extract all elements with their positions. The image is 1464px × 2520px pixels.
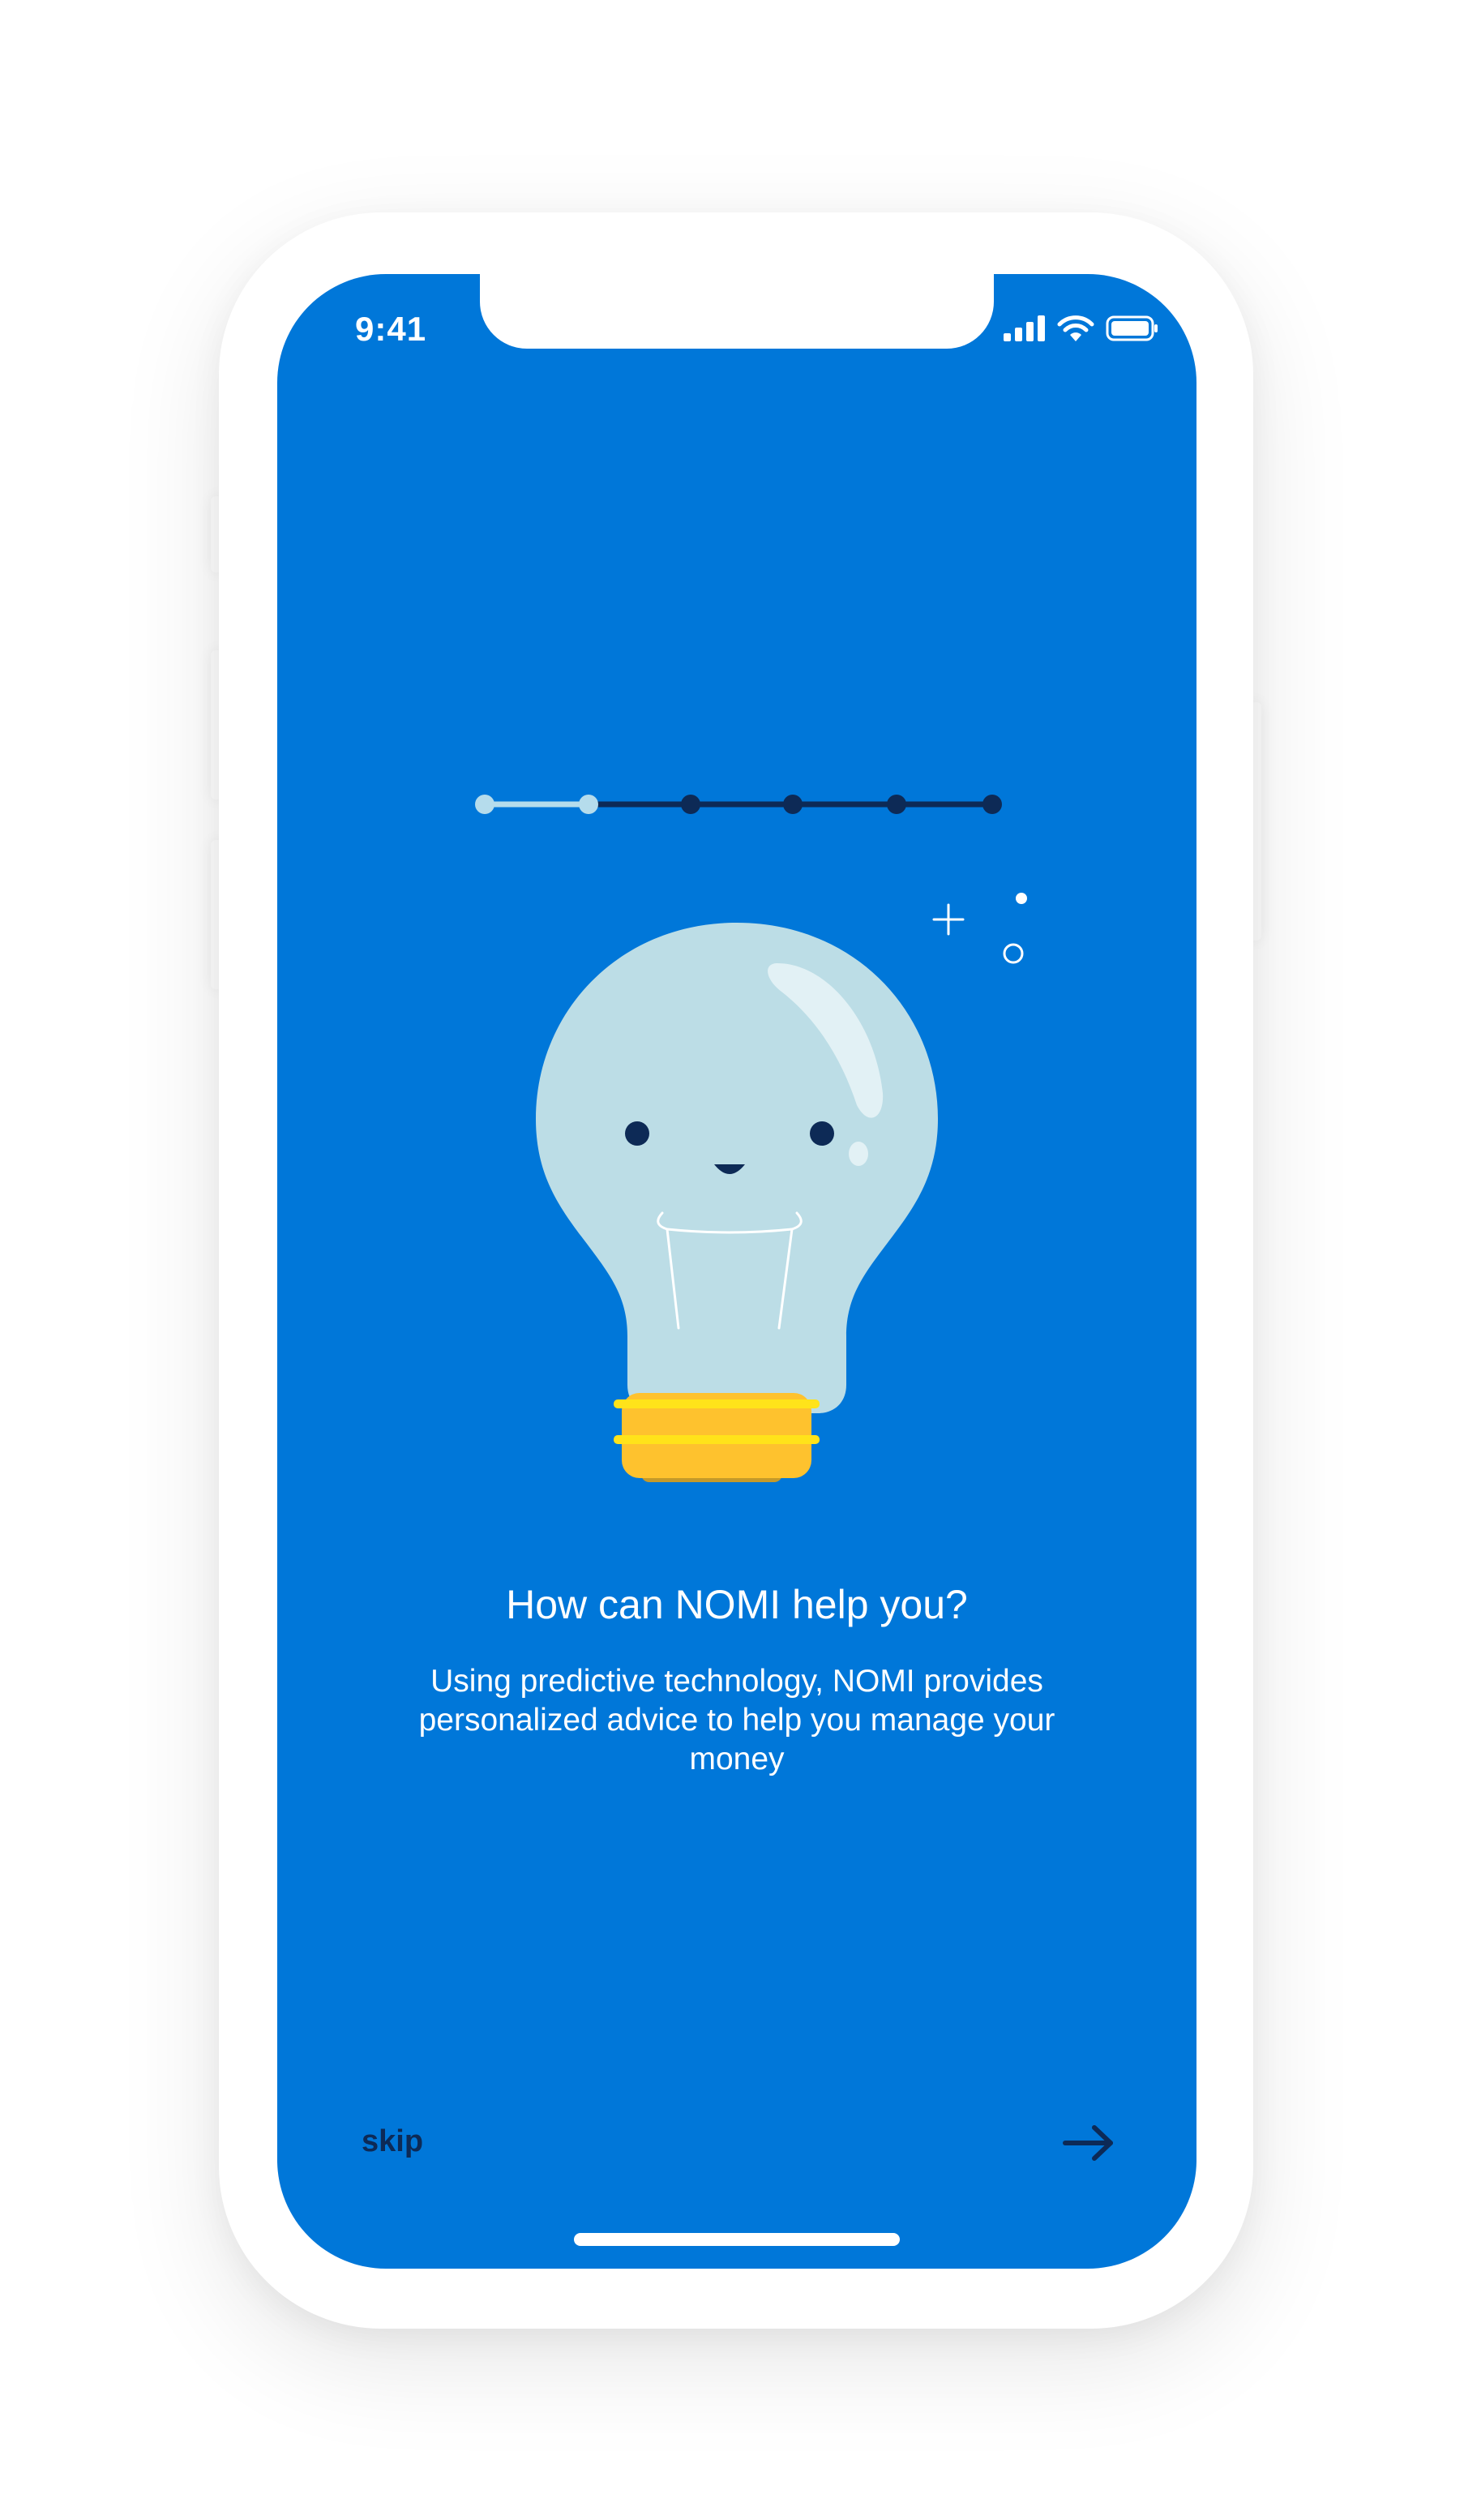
onboarding-description: Using predictive technology, NOMI provid… [418, 1664, 1055, 1776]
bulb-left-eye [625, 1121, 649, 1146]
home-indicator[interactable] [574, 2233, 900, 2246]
bulb-right-eye [810, 1121, 834, 1146]
skip-button[interactable]: skip [362, 2124, 423, 2159]
device-mockup: 9:41 How can NOMI help you? Using predic… [0, 0, 1464, 2520]
arrow-right-icon[interactable] [1060, 2115, 1117, 2171]
onboarding-screen: 9:41 How can NOMI help you? Using predic… [277, 274, 1196, 2269]
onboarding-title: How can NOMI help you? [506, 1582, 968, 1627]
lightbulb-illustration [536, 923, 938, 1482]
